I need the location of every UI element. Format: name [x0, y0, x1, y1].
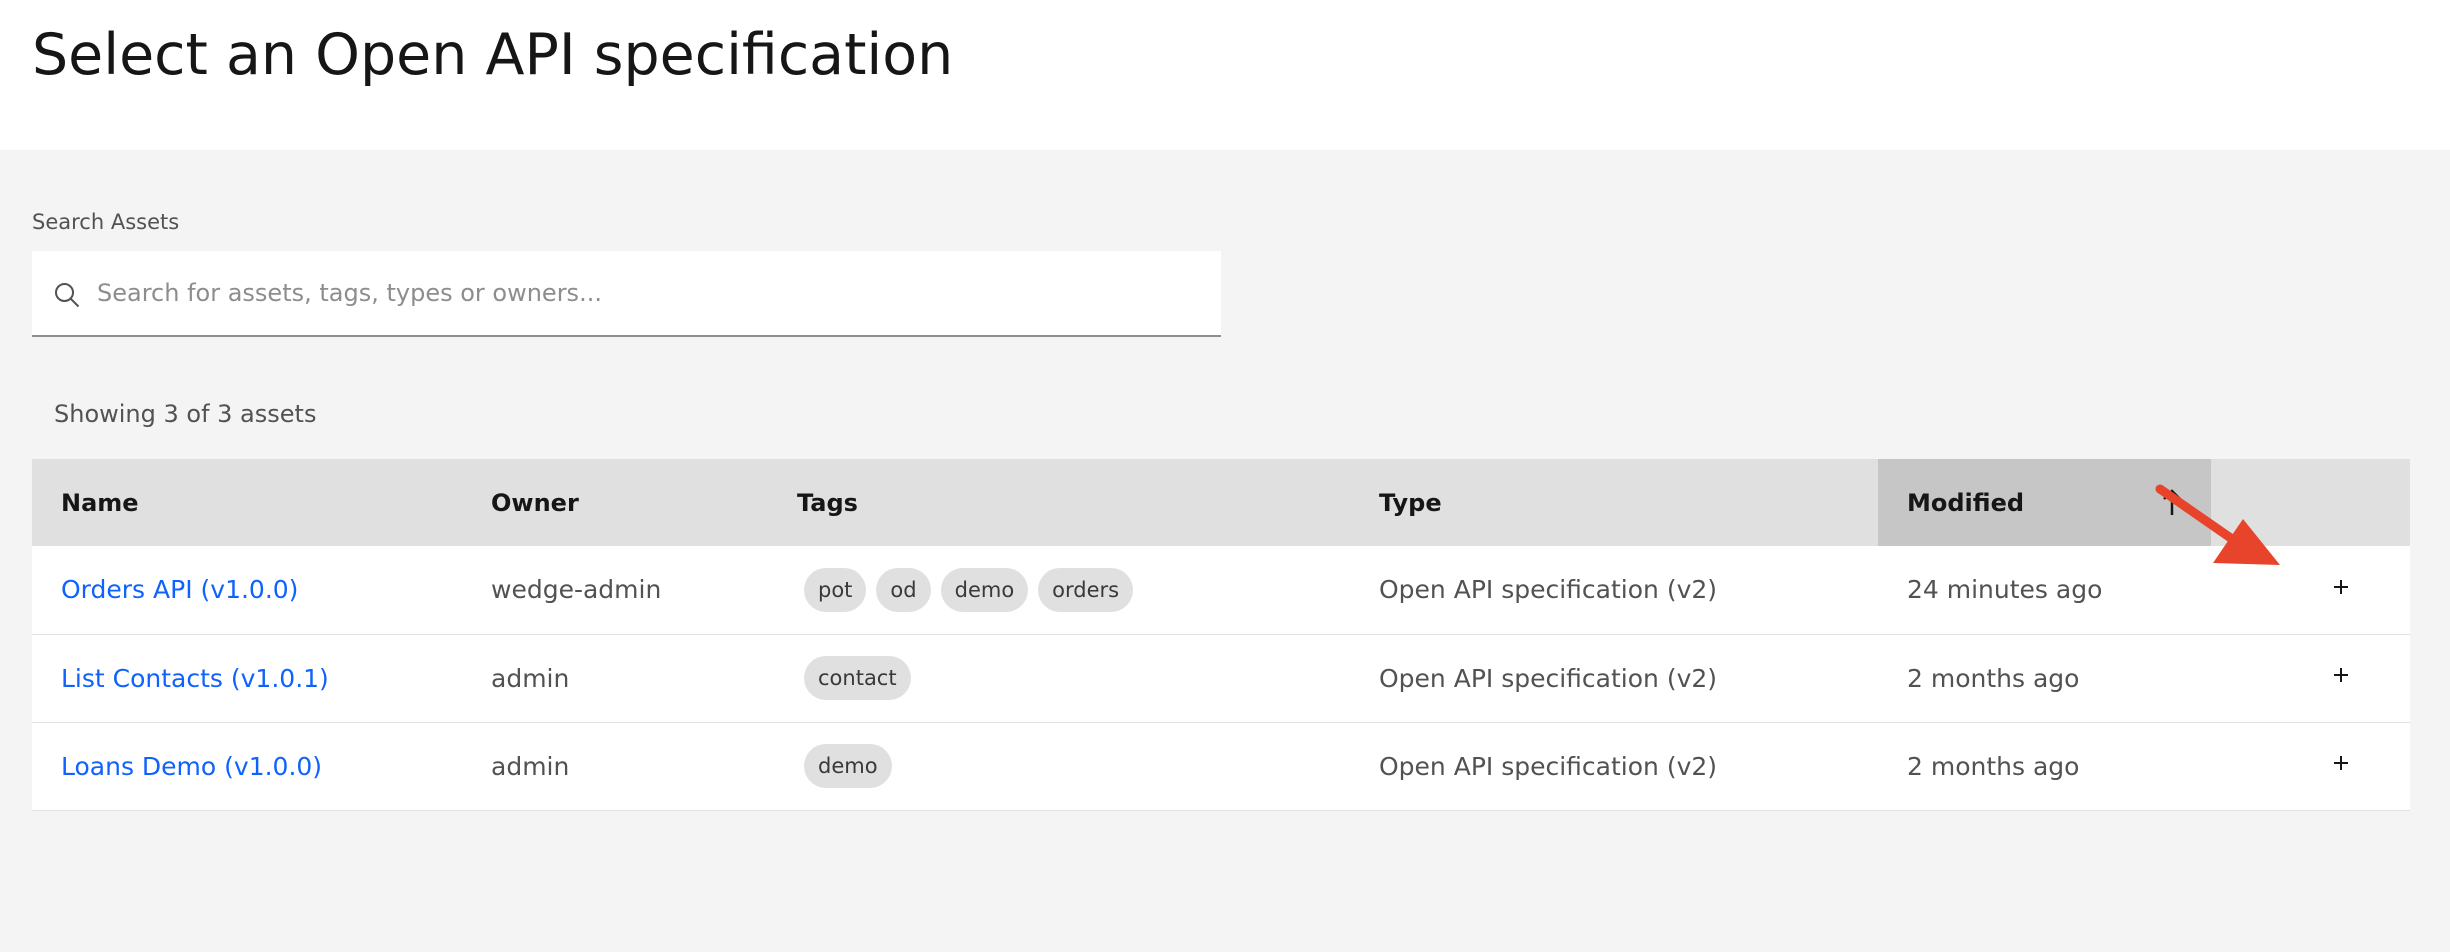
asset-name-link[interactable]: Orders API (v1.0.0)	[61, 575, 298, 604]
cell-type: Open API specification (v2)	[1379, 663, 1718, 693]
tag-chip: pot	[804, 567, 867, 612]
page-header: Select an Open API specification	[0, 0, 2450, 150]
asset-name-link[interactable]: List Contacts (v1.0.1)	[61, 664, 329, 693]
column-header-name[interactable]: Name	[32, 459, 462, 546]
tag-chip: orders	[1038, 567, 1134, 612]
add-asset-button[interactable]	[2321, 567, 2361, 607]
tag-chip: contact	[804, 656, 911, 700]
cell-modified: 2 months ago	[1907, 663, 2080, 693]
cell-owner: admin	[491, 751, 570, 781]
table-row[interactable]: Orders API (v1.0.0) wedge-admin pot od dem…	[32, 546, 2410, 634]
table-header-row: Name Owner Tags Type Modified	[32, 459, 2410, 546]
red-arrow-annotation	[2155, 484, 2280, 565]
cell-type: Open API specification (v2)	[1379, 751, 1718, 781]
search-icon	[54, 282, 80, 308]
cell-tags: demo	[768, 722, 1350, 810]
cell-action	[2211, 722, 2410, 810]
search-input[interactable]	[97, 251, 1197, 335]
column-header-modified-label: Modified	[1907, 488, 2025, 517]
asset-name-link[interactable]: Loans Demo (v1.0.0)	[61, 752, 322, 781]
tag-chip: demo	[804, 744, 892, 788]
assets-table: Name Owner Tags Type Modified Orders API…	[32, 459, 2410, 811]
cell-tags: contact	[768, 634, 1350, 722]
cell-type: Open API specification (v2)	[1379, 575, 1718, 605]
column-header-type[interactable]: Type	[1350, 459, 1878, 546]
cell-modified: 2 months ago	[1907, 751, 2080, 781]
add-asset-button[interactable]	[2321, 655, 2361, 695]
column-header-owner[interactable]: Owner	[462, 459, 768, 546]
tag-chip: demo	[940, 567, 1029, 612]
table-row[interactable]: List Contacts (v1.0.1) admin contact Ope…	[32, 634, 2410, 722]
cell-owner: wedge-admin	[491, 575, 662, 605]
search-box[interactable]	[32, 251, 1221, 337]
tag-chip: od	[876, 567, 931, 612]
table-row[interactable]: Loans Demo (v1.0.0) admin demo Open API …	[32, 722, 2410, 810]
page-title: Select an Open API specification	[32, 22, 954, 88]
column-header-tags[interactable]: Tags	[768, 459, 1350, 546]
cell-tags: pot od demo orders	[768, 546, 1350, 634]
cell-name: List Contacts (v1.0.1)	[32, 634, 462, 722]
cell-owner: admin	[491, 663, 570, 693]
result-count: Showing 3 of 3 assets	[54, 400, 317, 428]
cell-action	[2211, 634, 2410, 722]
search-label: Search Assets	[32, 210, 180, 234]
add-asset-button[interactable]	[2321, 743, 2361, 783]
cell-name: Loans Demo (v1.0.0)	[32, 722, 462, 810]
cell-name: Orders API (v1.0.0)	[32, 546, 462, 634]
